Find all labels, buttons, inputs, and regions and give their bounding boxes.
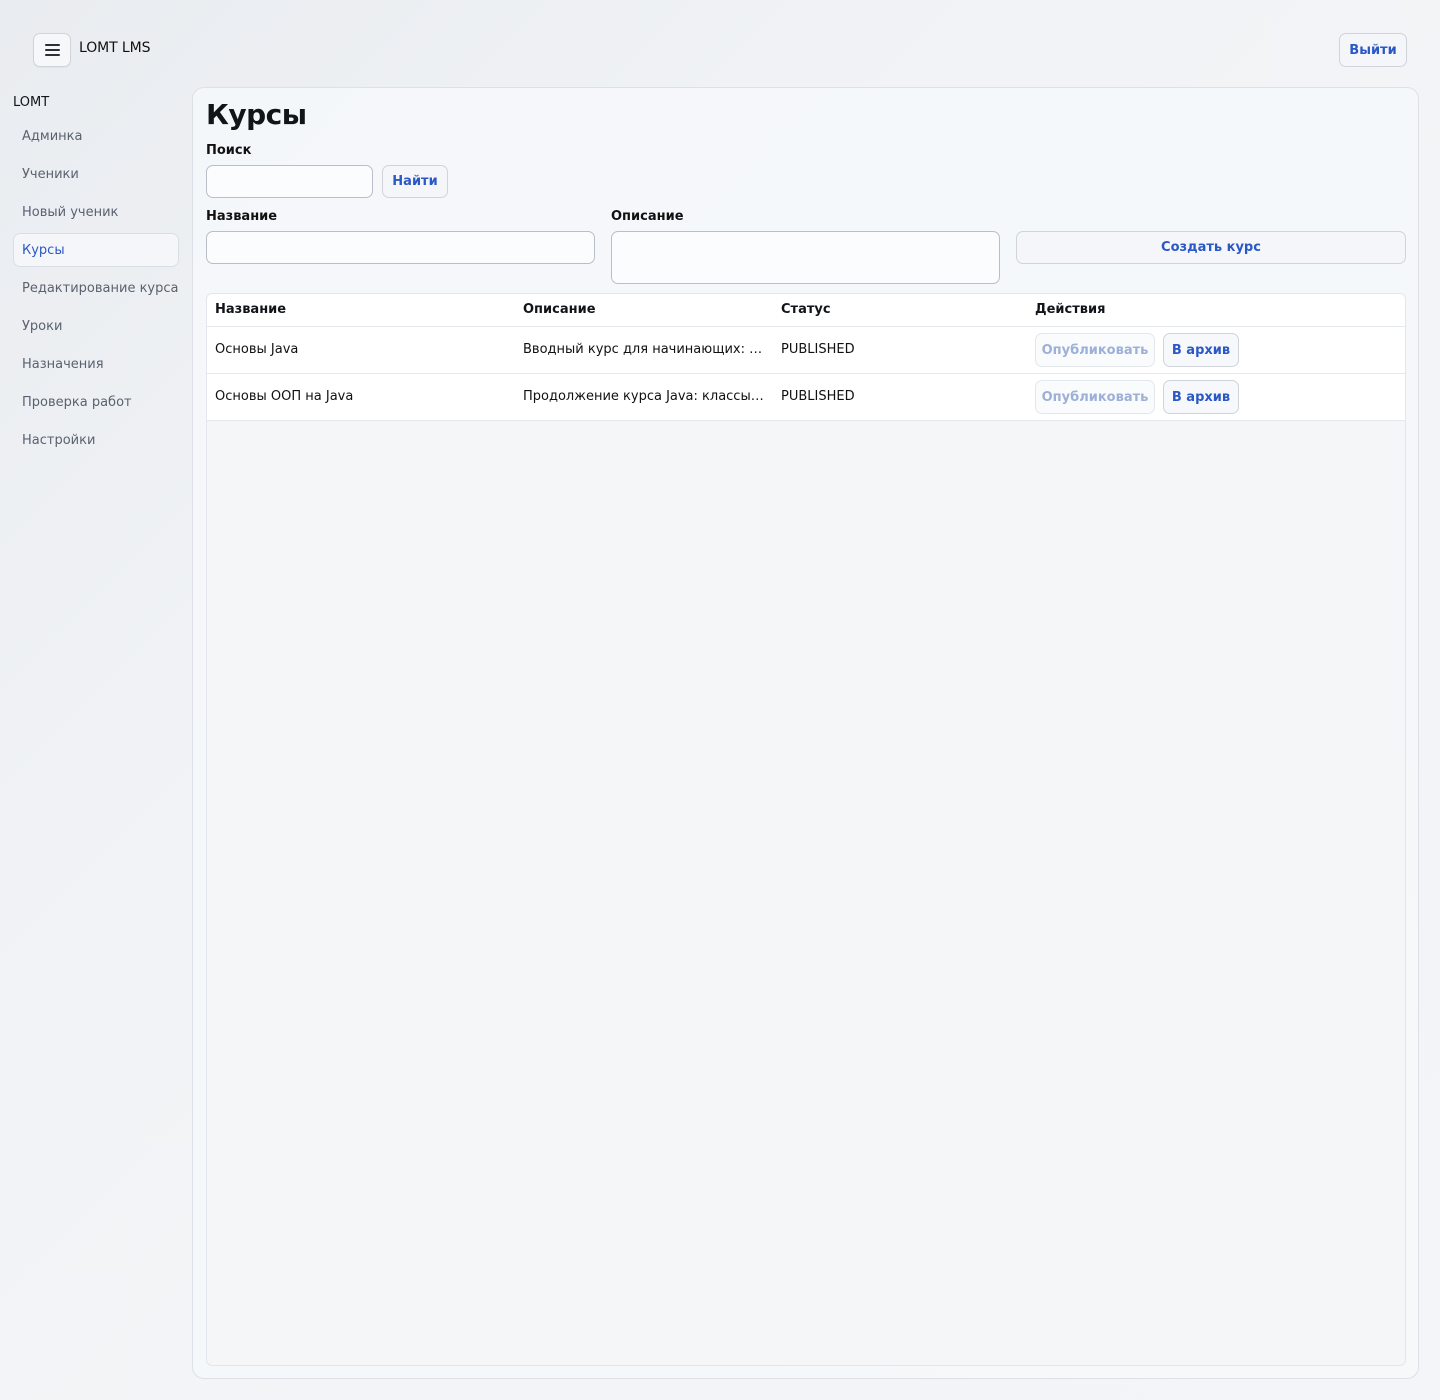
main-panel: Курсы Поиск Найти Название Описание Созд…: [192, 87, 1419, 1379]
publish-button[interactable]: Опубликовать: [1035, 380, 1155, 414]
sidebar-item-new-student[interactable]: Новый ученик: [13, 195, 179, 229]
page-title: Курсы: [206, 98, 307, 131]
sidebar-title: LOMT: [13, 95, 50, 110]
course-name-input[interactable]: [206, 231, 595, 264]
course-description-label: Описание: [611, 209, 684, 224]
top-bar: LOMT LMS Выйти: [0, 0, 1440, 88]
courses-table: Название Описание Статус Действия Основы…: [206, 293, 1406, 1366]
search-button[interactable]: Найти: [382, 165, 448, 198]
sidebar-item-admin[interactable]: Админка: [13, 119, 179, 153]
menu-toggle-button[interactable]: [33, 33, 71, 67]
course-description-cell: Вводный курс для начинающих: синтаксис, …: [523, 342, 767, 357]
table-header: Название Описание Статус Действия: [207, 294, 1405, 327]
sidebar-item-lessons[interactable]: Уроки: [13, 309, 179, 343]
hamburger-icon: [44, 44, 60, 56]
publish-button[interactable]: Опубликовать: [1035, 333, 1155, 367]
column-header-name: Название: [215, 302, 287, 317]
course-name-label: Название: [206, 209, 278, 224]
search-label: Поиск: [206, 143, 252, 158]
column-header-actions: Действия: [1035, 302, 1106, 317]
column-header-description: Описание: [523, 302, 596, 317]
course-status-cell: PUBLISHED: [781, 342, 855, 357]
course-name-cell: Основы Java: [215, 342, 299, 357]
sidebar-item-courses[interactable]: Курсы: [13, 233, 179, 267]
sidebar-item-settings[interactable]: Настройки: [13, 423, 179, 457]
course-name-cell: Основы ООП на Java: [215, 389, 354, 404]
column-header-status: Статус: [781, 302, 831, 317]
table-row: Основы ООП на Java Продолжение курса Jav…: [207, 374, 1405, 421]
sidebar-item-review[interactable]: Проверка работ: [13, 385, 179, 419]
sidebar-item-students[interactable]: Ученики: [13, 157, 179, 191]
sidebar-item-assignments[interactable]: Назначения: [13, 347, 179, 381]
sidebar-item-course-editing[interactable]: Редактирование курса: [13, 271, 179, 305]
create-course-button[interactable]: Создать курс: [1016, 231, 1406, 264]
app-title: LOMT LMS: [79, 40, 151, 56]
logout-button[interactable]: Выйти: [1339, 33, 1407, 67]
course-description-cell: Продолжение курса Java: классы, объекты,…: [523, 389, 767, 404]
course-status-cell: PUBLISHED: [781, 389, 855, 404]
course-description-input[interactable]: [611, 231, 1000, 284]
table-row: Основы Java Вводный курс для начинающих:…: [207, 327, 1405, 374]
archive-button[interactable]: В архив: [1163, 333, 1239, 367]
search-input[interactable]: [206, 165, 373, 198]
archive-button[interactable]: В архив: [1163, 380, 1239, 414]
